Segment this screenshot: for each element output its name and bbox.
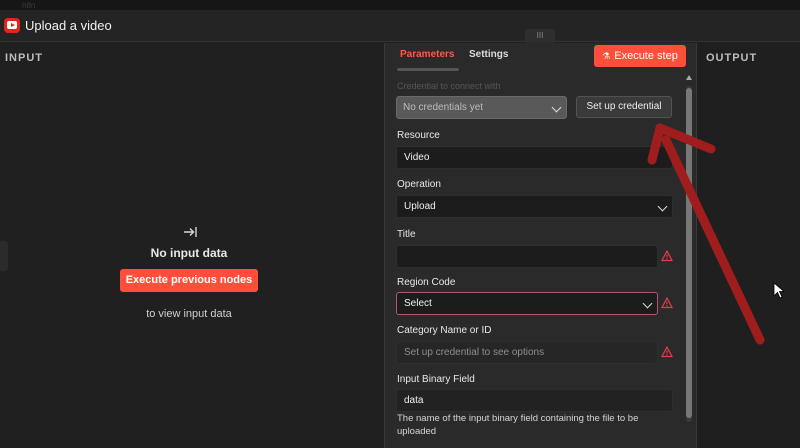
operation-select[interactable]: Upload (396, 195, 673, 218)
execute-step-button[interactable]: ⚗ Execute step (594, 45, 686, 67)
set-up-credential-button[interactable]: Set up credential (576, 96, 672, 118)
region-code-label: Region Code (397, 277, 456, 288)
no-input-subtitle: to view input data (146, 308, 232, 320)
scrollbar[interactable] (686, 86, 692, 422)
warning-icon (661, 250, 673, 262)
tab-settings[interactable]: Settings (469, 49, 508, 60)
credential-select-value: No credentials yet (403, 102, 484, 113)
category-label: Category Name or ID (397, 325, 492, 336)
flask-icon: ⚗ (602, 51, 611, 61)
title-label: Title (397, 229, 416, 240)
node-title[interactable]: Upload a video (25, 18, 112, 33)
browser-top-strip: n8n (0, 0, 800, 10)
no-input-title: No input data (150, 246, 228, 260)
mouse-cursor-icon (773, 282, 785, 299)
binary-field-value: data (404, 395, 424, 406)
drag-handle[interactable]: III (525, 29, 555, 43)
resource-select[interactable]: Video (396, 146, 673, 169)
binary-field-hint: The name of the input binary field conta… (397, 413, 639, 437)
output-panel-label: OUTPUT (706, 52, 758, 64)
region-code-value: Select (404, 298, 432, 309)
operation-label: Operation (397, 179, 441, 190)
input-panel-label: INPUT (5, 52, 43, 64)
node-header: Upload a video (0, 10, 800, 42)
chevron-down-icon (642, 298, 653, 309)
warning-icon (661, 346, 673, 358)
credential-select[interactable]: No credentials yet (396, 96, 567, 119)
chevron-down-icon (551, 102, 562, 113)
binary-field-label: Input Binary Field (397, 374, 475, 385)
arrow-to-bar-icon (184, 227, 197, 237)
tab-parameters[interactable]: Parameters (400, 49, 454, 60)
scrollbar-thumb[interactable] (686, 88, 692, 418)
chevron-down-icon (657, 201, 668, 212)
active-tab-underline (397, 68, 459, 71)
category-input[interactable]: Set up credential to see options (396, 341, 658, 364)
parameters-panel: Parameters Settings ⚗ Execute step Creden… (384, 43, 697, 448)
operation-value: Upload (404, 201, 436, 212)
category-placeholder: Set up credential to see options (404, 347, 545, 358)
execute-step-label: Execute step (614, 50, 678, 62)
youtube-icon (4, 18, 20, 33)
tab-ghost-text: n8n (22, 1, 36, 10)
resource-value: Video (404, 152, 430, 163)
warning-icon (661, 297, 673, 309)
title-input[interactable] (396, 245, 658, 268)
credential-label: Credential to connect with (397, 81, 501, 91)
execute-previous-nodes-button[interactable]: Execute previous nodes (120, 269, 258, 292)
region-code-select[interactable]: Select (396, 292, 658, 315)
output-panel: OUTPUT (698, 43, 800, 448)
scroll-up-arrow[interactable] (686, 75, 692, 80)
binary-field-input[interactable]: data (396, 389, 673, 412)
resource-label: Resource (397, 130, 440, 141)
input-panel: INPUT No input data Execute previous nod… (0, 43, 383, 448)
